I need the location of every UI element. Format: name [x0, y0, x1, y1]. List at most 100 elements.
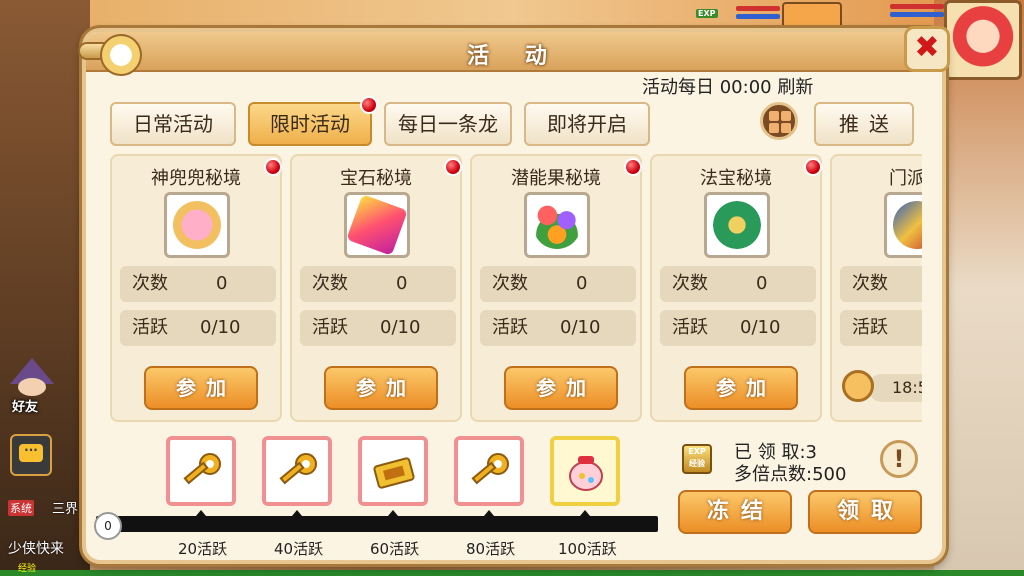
reward-40[interactable]	[262, 436, 332, 506]
gold-key-icon	[183, 453, 221, 485]
milestone-tick	[292, 510, 302, 516]
gold-key-icon	[471, 453, 509, 485]
activity-card: 潜能果秘境 次数 0 活跃 0/10 参加	[470, 154, 642, 422]
card-title: 门派闯	[889, 168, 922, 189]
friends-button[interactable]: 好友	[4, 358, 62, 418]
grid-cell	[769, 123, 779, 133]
active-row: 活跃 0/10	[480, 310, 636, 346]
active-label: 活跃	[852, 317, 888, 338]
card-reddot	[624, 158, 642, 176]
freeze-button[interactable]: 冻结	[678, 490, 792, 534]
active-label: 活跃	[132, 317, 168, 338]
claim-button[interactable]: 领取	[808, 490, 922, 534]
card-title: 宝石秘境	[340, 168, 412, 189]
reward-20[interactable]	[166, 436, 236, 506]
count-row: 次数 0	[300, 266, 456, 302]
tab-limited-reddot	[360, 96, 378, 114]
join-button[interactable]: 参加	[684, 366, 798, 410]
join-button[interactable]: 参加	[324, 366, 438, 410]
join-button[interactable]: 参加	[144, 366, 258, 410]
count-label: 次数	[132, 273, 168, 294]
hero-portrait[interactable]	[944, 0, 1022, 80]
pet-mp-bar	[736, 14, 780, 19]
count-row: 次数	[840, 266, 922, 302]
active-label: 活跃	[312, 317, 348, 338]
experience-label: 经验	[18, 564, 37, 574]
chat-bubble-icon: ···	[19, 444, 43, 462]
milestone-label: 80活跃	[466, 540, 516, 558]
card-reddot	[804, 158, 822, 176]
reward-80[interactable]	[454, 436, 524, 506]
active-label: 活跃	[672, 317, 708, 338]
reward-100[interactable]	[550, 436, 620, 506]
timer-text: 18:5	[868, 374, 922, 402]
count-label: 次数	[852, 273, 888, 294]
info-button[interactable]: !	[880, 440, 918, 478]
friend-avatar	[18, 378, 46, 396]
card-reddot	[444, 158, 462, 176]
chat-log[interactable]: 系统 三界 少侠快来	[0, 494, 90, 564]
active-value: 0/10	[740, 317, 781, 338]
count-value: 0	[216, 273, 228, 294]
activity-card: 法宝秘境 次数 0 活跃 0/10 参加	[650, 154, 822, 422]
lucky-bag-icon	[569, 456, 603, 491]
tab-daily-dragon[interactable]: 每日一条龙	[384, 102, 512, 146]
card-title: 法宝秘境	[700, 168, 772, 189]
background-right	[934, 0, 1024, 576]
milestone-label: 100活跃	[558, 540, 617, 558]
milestone-label: 40活跃	[274, 540, 324, 558]
pet-hp-bar	[736, 6, 780, 11]
activity-progress-bar	[96, 516, 658, 532]
multiplier-points: 多倍点数:500	[734, 464, 847, 485]
close-button[interactable]: ✖	[904, 26, 950, 72]
panel-title-bar: 活 动	[78, 32, 950, 76]
count-row: 次数 0	[660, 266, 816, 302]
sect-icon[interactable]	[884, 192, 922, 258]
active-value: 0/10	[380, 317, 421, 338]
milestone-tick	[388, 510, 398, 516]
milestone-tick	[196, 510, 206, 516]
tab-coming-soon[interactable]: 即将开启	[524, 102, 650, 146]
background-left	[0, 0, 90, 576]
active-row: 活跃 0/10	[300, 310, 456, 346]
grid-cell	[769, 111, 779, 121]
active-value: 0/10	[560, 317, 601, 338]
activity-card-list[interactable]: 神兜兜秘境 次数 0 活跃 0/10 参加 宝石秘境 次数 0 活跃 0/10 参加 潜…	[110, 154, 922, 426]
card-title: 神兜兜秘境	[151, 168, 241, 189]
card-reddot	[264, 158, 282, 176]
hero-hp-bar	[890, 4, 944, 9]
active-value: 0/10	[200, 317, 241, 338]
refresh-time-text: 活动每日 00:00 刷新	[642, 77, 814, 98]
treasure-bag-icon[interactable]	[704, 192, 770, 258]
tab-daily-activity[interactable]: 日常活动	[110, 102, 236, 146]
system-message: 三界	[52, 502, 79, 517]
tab-limited-activity[interactable]: 限时活动	[248, 102, 372, 146]
pet-portrait[interactable]	[782, 2, 842, 30]
fruit-icon[interactable]	[524, 192, 590, 258]
gem-icon[interactable]	[344, 192, 410, 258]
milestone-tick	[580, 510, 590, 516]
exp-multiplier-icon: EXP 经验	[682, 444, 712, 474]
activity-card: 门派闯 次数 活跃 18:5	[830, 154, 922, 422]
activity-panel: 活 动 ✖ 活动每日 00:00 刷新 日常活动 限时活动 每日一条龙 即将开启…	[78, 26, 950, 564]
count-row: 次数 0	[480, 266, 636, 302]
progress-start-value: 0	[94, 512, 122, 540]
grid-menu-button[interactable]	[760, 102, 798, 140]
pig-bag-icon[interactable]	[164, 192, 230, 258]
milestone-label: 60活跃	[370, 540, 420, 558]
hud-exp-badge: EXP	[696, 9, 718, 18]
card-title: 潜能果秘境	[511, 168, 601, 189]
count-label: 次数	[672, 273, 708, 294]
reward-60[interactable]	[358, 436, 428, 506]
count-value: 0	[756, 273, 768, 294]
active-row: 活跃 0/10	[120, 310, 276, 346]
active-label: 活跃	[492, 317, 528, 338]
push-button[interactable]: 推送	[814, 102, 914, 146]
join-button[interactable]: 参加	[504, 366, 618, 410]
chat-button[interactable]: ···	[10, 434, 52, 476]
count-value: 0	[396, 273, 408, 294]
gold-ticket-icon	[373, 457, 415, 489]
activity-card: 神兜兜秘境 次数 0 活跃 0/10 参加	[110, 154, 282, 422]
friends-label: 好友	[12, 400, 39, 415]
count-label: 次数	[492, 273, 528, 294]
